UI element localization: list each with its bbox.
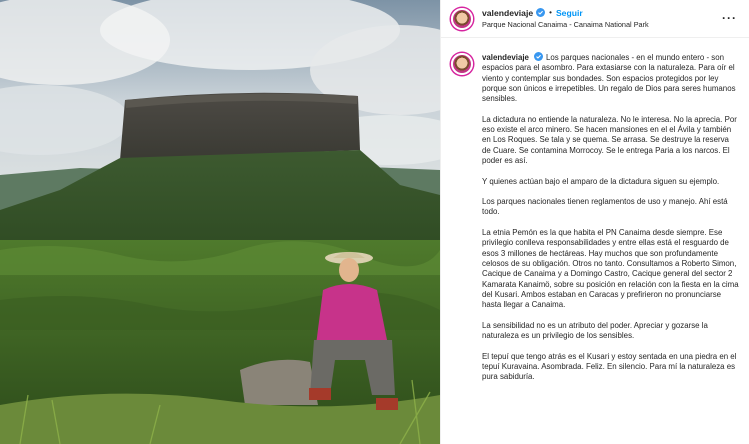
follow-button[interactable]: Seguir (556, 7, 583, 19)
verified-badge-icon (536, 8, 546, 17)
verified-badge-icon (533, 52, 543, 61)
caption-paragraph: valendeviaje Los parques nacionales - en … (482, 52, 739, 104)
caption-username-link[interactable]: valendeviaje (482, 53, 529, 62)
avatar[interactable] (451, 7, 473, 30)
post-header: valendeviaje • Seguir Parque Nacional Ca… (441, 0, 749, 38)
caption: valendeviaje Los parques nacionales - en … (441, 38, 749, 393)
header-line: valendeviaje • Seguir (482, 7, 649, 19)
tepui-landscape-image (0, 0, 440, 444)
caption-paragraph: La sensibilidad no es un atributo del po… (482, 320, 708, 341)
header-text: valendeviaje • Seguir Parque Nacional Ca… (482, 7, 649, 31)
caption-paragraph: Los parques nacionales tienen reglamento… (482, 197, 728, 217)
caption-paragraph: Y quienes actúan bajo el amparo de la di… (482, 176, 720, 186)
caption-body: valendeviaje Los parques nacionales - en … (482, 52, 739, 393)
post-photo[interactable] (0, 0, 440, 444)
separator-dot: • (549, 7, 552, 17)
caption-paragraph: El tepuí que tengo atrás es el Kusari y … (482, 351, 737, 382)
username-link[interactable]: valendeviaje (482, 7, 533, 19)
post-side-panel: valendeviaje • Seguir Parque Nacional Ca… (440, 0, 749, 444)
caption-paragraph: La etnia Pemón es la que habita el PN Ca… (482, 228, 739, 310)
caption-avatar[interactable] (451, 53, 473, 75)
more-dots-icon[interactable]: ··· (722, 11, 737, 25)
location-link[interactable]: Parque Nacional Canaima - Canaima Nation… (482, 19, 649, 31)
caption-paragraph: La dictadura no entiende la naturaleza. … (482, 114, 737, 165)
